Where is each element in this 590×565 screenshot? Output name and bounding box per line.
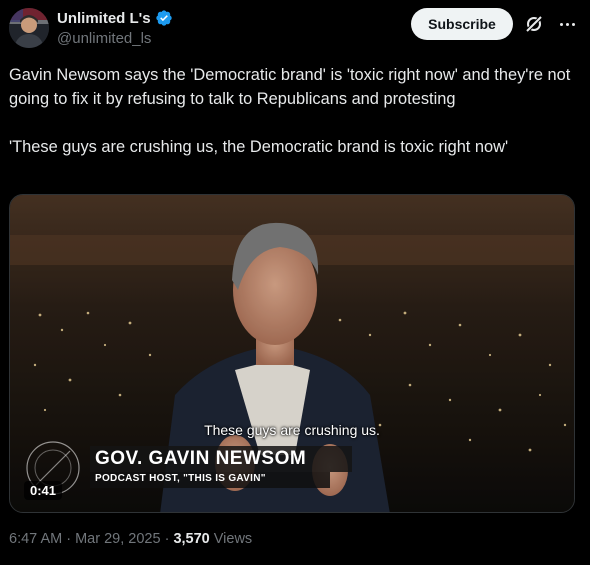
chyron-title: PODCAST HOST, "THIS IS GAVIN" <box>95 473 266 484</box>
tweet: Unlimited L's @unlimited_ls Subscribe Ga… <box>0 0 590 565</box>
tweet-meta: 6:47 AM · Mar 29, 2025 · 3,570 Views <box>9 531 252 547</box>
display-name[interactable]: Unlimited L's <box>57 10 151 27</box>
video-player[interactable]: These guys are crushing us. GOV. GAVIN N… <box>9 194 575 513</box>
tweet-header: Unlimited L's @unlimited_ls Subscribe <box>9 6 580 50</box>
chyron: GOV. GAVIN NEWSOM PODCAST HOST, "THIS IS… <box>90 443 390 489</box>
tweet-text: Gavin Newsom says the 'Democratic brand'… <box>9 63 574 159</box>
meta-separator: · <box>160 531 174 547</box>
more-dot <box>571 22 575 26</box>
video-duration-badge: 0:41 <box>24 481 63 500</box>
tweet-time[interactable]: 6:47 AM <box>9 531 62 547</box>
author-names: Unlimited L's @unlimited_ls <box>57 8 173 47</box>
more-dot <box>565 22 569 26</box>
tweet-text-paragraph-1: Gavin Newsom says the 'Democratic brand'… <box>9 66 571 108</box>
avatar[interactable] <box>9 8 49 48</box>
avatar-image <box>9 8 49 48</box>
views-label: Views <box>209 531 253 547</box>
more-icon[interactable] <box>556 14 578 34</box>
verified-badge-icon <box>155 10 172 26</box>
tweet-date[interactable]: Mar 29, 2025 <box>75 531 160 547</box>
more-dot <box>559 22 563 26</box>
chyron-name: GOV. GAVIN NEWSOM <box>95 448 307 469</box>
views-count[interactable]: 3,570 <box>173 531 209 547</box>
tweet-text-paragraph-2: 'These guys are crushing us, the Democra… <box>9 138 509 156</box>
meta-separator: · <box>62 531 76 547</box>
display-name-row: Unlimited L's <box>57 8 173 28</box>
grok-icon[interactable] <box>524 14 544 34</box>
subscribe-button[interactable]: Subscribe <box>411 8 513 40</box>
author-handle[interactable]: @unlimited_ls <box>57 30 173 47</box>
video-subtitle: These guys are crushing us. <box>204 422 380 438</box>
